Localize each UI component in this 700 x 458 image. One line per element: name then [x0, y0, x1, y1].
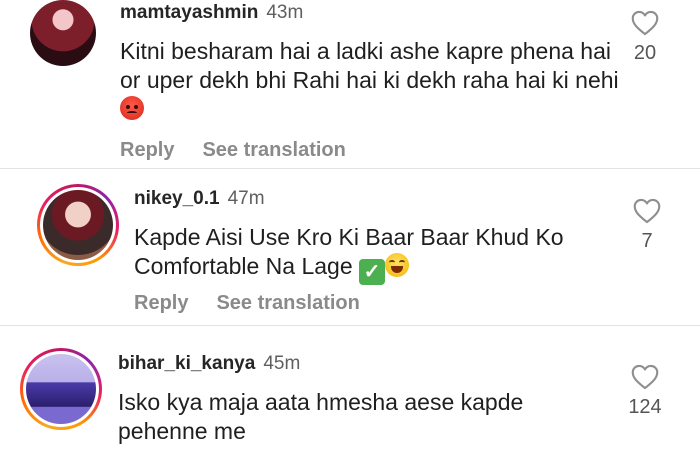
like-count: 124 — [628, 396, 662, 418]
avatar[interactable] — [30, 0, 96, 66]
comment-username[interactable]: mamtayashmin 43m — [120, 2, 303, 24]
like-count: 20 — [633, 42, 657, 64]
comment-item: nikey_0.1 47m Kapde Aisi Use Kro Ki Baar … — [0, 170, 700, 326]
comment-actions: Reply See translation — [120, 139, 346, 162]
comment-item: bihar_ki_kanya 45m Isko kya maja aata hme… — [0, 326, 700, 458]
like-count: 7 — [641, 230, 653, 252]
heart-icon[interactable] — [631, 364, 659, 390]
comment-username[interactable]: bihar_ki_kanya 45m — [118, 353, 300, 375]
like-control[interactable]: 7 — [617, 198, 677, 253]
comment-username[interactable]: nikey_0.1 47m — [134, 188, 265, 210]
like-control[interactable]: 124 — [615, 364, 675, 419]
username-text[interactable]: mamtayashmin — [120, 2, 258, 23]
laughing-face-icon — [385, 253, 410, 277]
comment-item: mamtayashmin 43m Kitni besharam hai a lad… — [0, 0, 700, 170]
divider — [0, 168, 700, 169]
comment-text: Isko kya maja aata hmesha aese kapde peh… — [118, 388, 588, 446]
comment-actions: Reply See translation — [134, 292, 360, 315]
heart-icon[interactable] — [631, 10, 659, 36]
reply-button[interactable]: Reply — [120, 139, 174, 161]
angry-face-icon — [120, 96, 144, 120]
see-translation-button[interactable]: See translation — [202, 139, 345, 161]
username-text[interactable]: nikey_0.1 — [134, 188, 220, 209]
comment-text-body: Kapde Aisi Use Kro Ki Baar Baar Khud Ko … — [134, 224, 564, 279]
username-text[interactable]: bihar_ki_kanya — [118, 353, 255, 374]
reply-button[interactable]: Reply — [134, 292, 188, 314]
avatar[interactable] — [26, 354, 96, 424]
comment-time: 43m — [266, 2, 304, 23]
heart-icon[interactable] — [633, 198, 661, 224]
story-ring[interactable] — [20, 348, 102, 430]
avatar[interactable] — [43, 190, 113, 260]
see-translation-button[interactable]: See translation — [216, 292, 359, 314]
story-ring[interactable] — [37, 184, 119, 266]
comment-text-body: Isko kya maja aata hmesha aese kapde peh… — [118, 389, 524, 444]
check-mark-icon: ✓ — [359, 259, 386, 285]
comment-text-body: Kitni besharam hai a ladki ashe kapre ph… — [120, 38, 619, 93]
comment-text: Kapde Aisi Use Kro Ki Baar Baar Khud Ko … — [134, 223, 634, 285]
comment-text: Kitni besharam hai a ladki ashe kapre ph… — [120, 37, 620, 124]
like-control[interactable]: 20 — [615, 10, 675, 65]
comment-time: 47m — [227, 188, 265, 209]
comment-time: 45m — [263, 353, 301, 374]
